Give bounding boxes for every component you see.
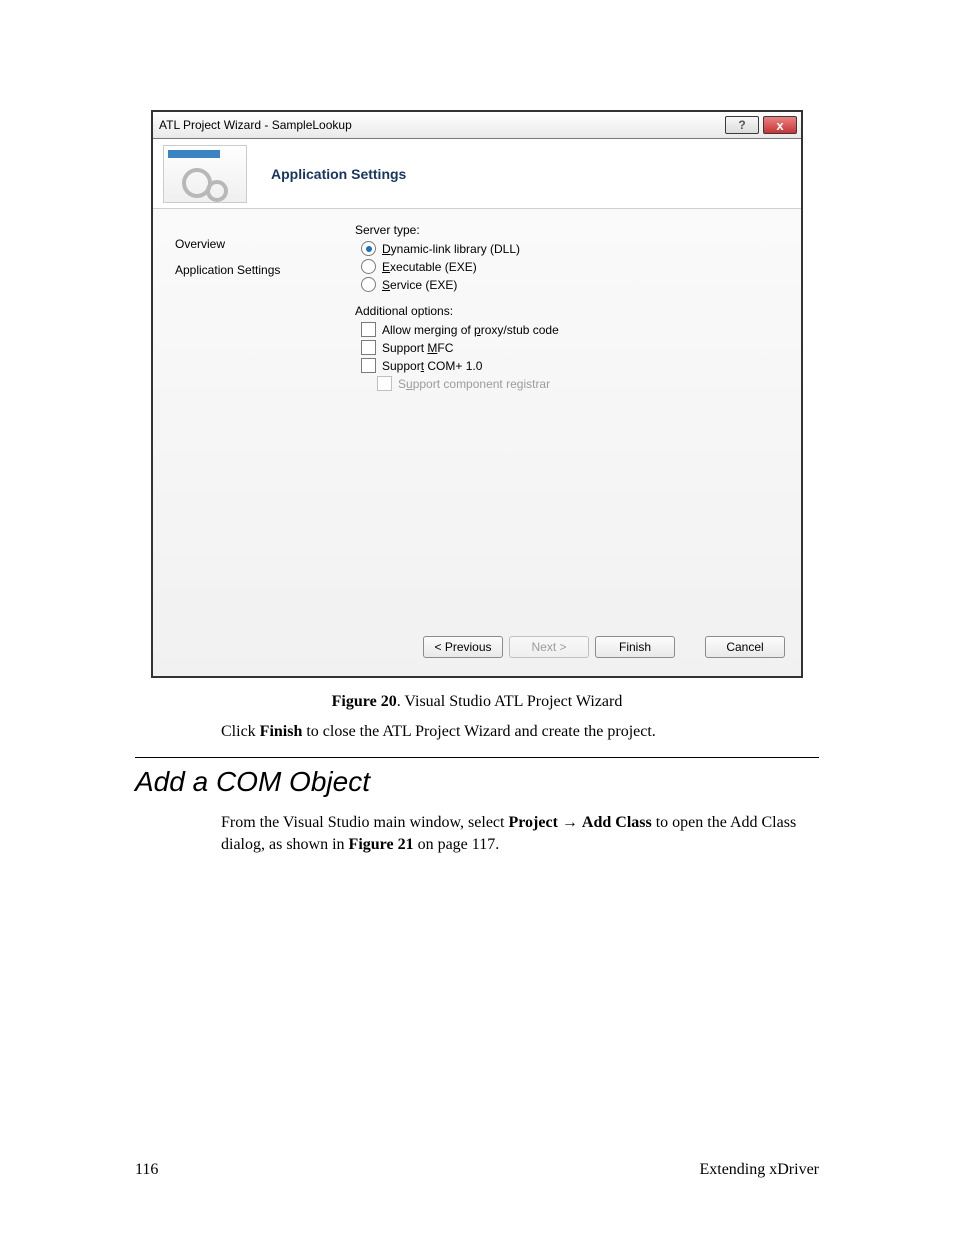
- figure-number: Figure 20: [332, 693, 397, 710]
- instruction-text: Click Finish to close the ATL Project Wi…: [221, 721, 801, 743]
- radio-icon: [361, 277, 376, 292]
- server-type-label: Server type:: [355, 223, 781, 237]
- checkbox-support-complus[interactable]: Support COM+ 1.0: [361, 358, 781, 373]
- help-icon: ?: [738, 118, 745, 132]
- next-button: Next >: [509, 636, 589, 658]
- figure-caption-text: . Visual Studio ATL Project Wizard: [397, 693, 623, 710]
- checkbox-component-registrar: Support component registrar: [377, 376, 781, 391]
- checkbox-icon: [377, 376, 392, 391]
- side-nav: Overview Application Settings: [153, 219, 353, 394]
- header-thumbnail: [163, 145, 247, 203]
- page-footer: 116 Extending xDriver: [135, 1161, 819, 1179]
- radio-dll[interactable]: Dynamic-link library (DLL): [361, 241, 781, 256]
- checkbox-support-mfc[interactable]: Support MFC: [361, 340, 781, 355]
- titlebar: ATL Project Wizard - SampleLookup ? x: [153, 112, 801, 139]
- window-title: ATL Project Wizard - SampleLookup: [159, 118, 721, 132]
- radio-label: Service (EXE): [382, 278, 457, 292]
- previous-button[interactable]: < Previous: [423, 636, 503, 658]
- additional-options-label: Additional options:: [355, 304, 781, 318]
- page-number: 116: [135, 1161, 158, 1179]
- checkbox-icon: [361, 322, 376, 337]
- checkbox-label: Allow merging of proxy/stub code: [382, 323, 559, 337]
- body-paragraph: From the Visual Studio main window, sele…: [221, 812, 801, 857]
- section-heading: Add a COM Object: [135, 766, 819, 798]
- header-strip: Application Settings: [153, 139, 801, 209]
- radio-icon: [361, 241, 376, 256]
- checkbox-label: Support COM+ 1.0: [382, 359, 482, 373]
- cancel-button[interactable]: Cancel: [705, 636, 785, 658]
- gear-icon: [206, 180, 228, 202]
- atl-wizard-dialog: ATL Project Wizard - SampleLookup ? x Ap…: [151, 110, 803, 678]
- radio-exe[interactable]: Executable (EXE): [361, 259, 781, 274]
- header-title: Application Settings: [271, 166, 406, 182]
- checkbox-icon: [361, 358, 376, 373]
- main-pane: Server type: Dynamic-link library (DLL) …: [353, 219, 801, 394]
- close-button[interactable]: x: [763, 116, 797, 134]
- radio-icon: [361, 259, 376, 274]
- sidebar-item-overview[interactable]: Overview: [175, 237, 339, 251]
- section-divider: [135, 757, 819, 758]
- radio-label: Executable (EXE): [382, 260, 477, 274]
- checkbox-label: Support MFC: [382, 341, 453, 355]
- checkbox-proxy-stub[interactable]: Allow merging of proxy/stub code: [361, 322, 781, 337]
- finish-button[interactable]: Finish: [595, 636, 675, 658]
- help-button[interactable]: ?: [725, 116, 759, 134]
- checkbox-icon: [361, 340, 376, 355]
- close-icon: x: [776, 118, 783, 133]
- wizard-button-row: < Previous Next > Finish Cancel: [423, 636, 785, 658]
- sidebar-item-application-settings[interactable]: Application Settings: [175, 263, 339, 277]
- radio-service[interactable]: Service (EXE): [361, 277, 781, 292]
- figure-caption: Figure 20. Visual Studio ATL Project Wiz…: [135, 693, 819, 711]
- footer-section: Extending xDriver: [699, 1161, 819, 1179]
- checkbox-label: Support component registrar: [398, 377, 550, 391]
- radio-label: Dynamic-link library (DLL): [382, 242, 520, 256]
